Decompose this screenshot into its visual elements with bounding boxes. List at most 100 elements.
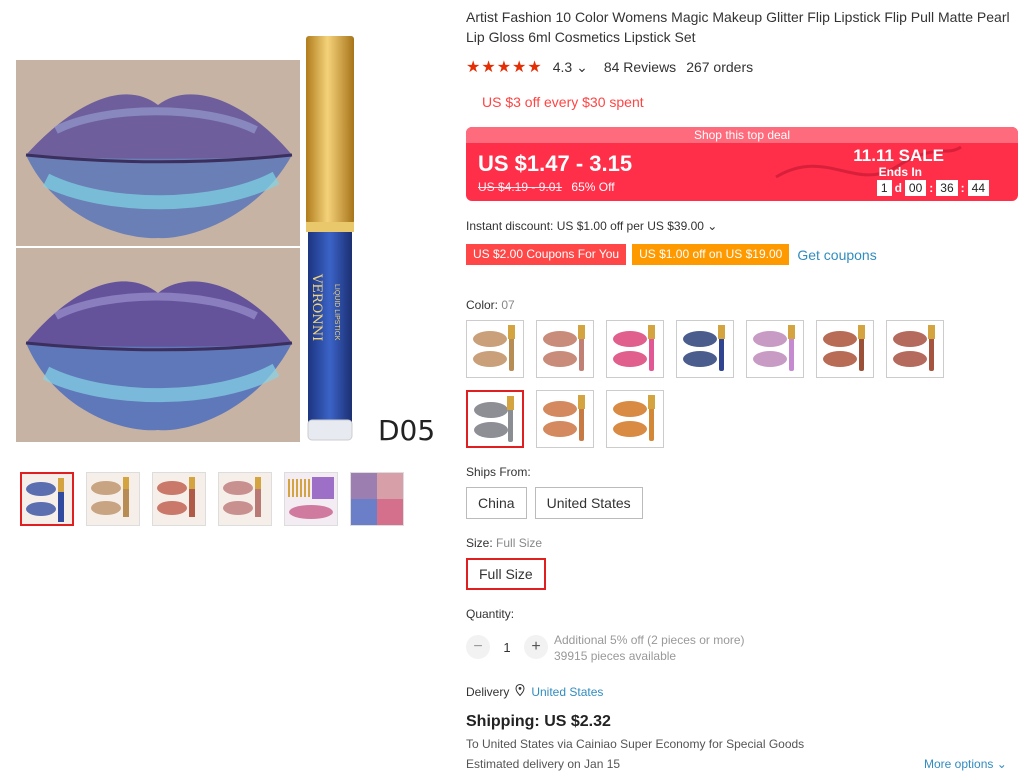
quantity-input[interactable]: 1 [490,640,524,655]
instant-discount[interactable]: Instant discount: US $1.00 off per US $3… [466,219,717,233]
color-swatch-1[interactable] [466,320,524,378]
swatch-lip-bottom [543,421,577,437]
get-coupons-link[interactable]: Get coupons [797,247,876,263]
swatch-lip-top [473,331,507,347]
location-pin-icon [515,683,525,699]
store-promo: US $3 off every $30 spent [482,94,644,110]
color-swatches [466,320,956,448]
swatch-lip-top [543,401,577,417]
swatch-cap [508,325,515,339]
color-swatch-4[interactable] [676,320,734,378]
color-swatch-6[interactable] [816,320,874,378]
swatch-cap [788,325,795,339]
swatch-lip-top [893,331,927,347]
swatch-lip-top [543,331,577,347]
deal-old-price: US $4.19 - 9.01 65% Off [478,180,615,194]
swatch-lip-top [683,331,717,347]
ships-from-options: China United States [466,487,643,519]
swatch-lip-bottom [823,351,857,367]
rating-score[interactable]: 4.3 ⌄ [553,59,588,76]
color-swatch-7[interactable] [886,320,944,378]
quantity-minus-button[interactable]: − [466,635,490,659]
lipstick-tube-image: VERONNI LIQUID LIPSTICK [302,34,358,444]
color-swatch-8[interactable] [466,390,524,448]
delivery-row: Delivery United States [466,683,603,699]
tube-brand-text: VERONNI [309,274,324,342]
shade-label: D05 [378,414,436,447]
delivery-location-link[interactable]: United States [531,685,603,699]
timer-days: 1 [876,180,892,196]
swatch-cap [718,325,725,339]
swatch-lip-bottom [893,351,927,367]
deal-banner[interactable]: Shop this top deal US $1.47 - 3.15 US $4… [466,127,1018,201]
countdown-timer: 1 d 00: 36: 44 [874,180,992,196]
orders-count: 267 orders [686,59,754,75]
shipping-cost: Shipping: US $2.32 [466,713,611,730]
swatch-lip-top [613,401,647,417]
swatch-cap [578,395,585,409]
color-swatch-2[interactable] [536,320,594,378]
estimated-delivery: Estimated delivery on Jan 15 [466,757,621,771]
bulk-discount-text: Additional 5% off (2 pieces or more) [554,633,745,647]
size-value: Full Size [496,536,543,550]
size-full[interactable]: Full Size [466,558,546,590]
swatch-lip-top [753,331,787,347]
quantity-plus-button[interactable]: + [524,635,548,659]
chevron-down-icon: ⌄ [996,757,1007,771]
color-swatch-10[interactable] [606,390,664,448]
color-value: 07 [501,298,515,312]
swatch-lip-top [823,331,857,347]
ships-from-label: Ships From: [466,465,531,479]
quantity-label: Quantity: [466,607,515,621]
timer-days-label: d [894,181,902,195]
size-options: Full Size [466,558,546,590]
swatch-lip-bottom [473,351,507,367]
swatch-cap [858,325,865,339]
coupon-1-dollar[interactable]: US $1.00 off on US $19.00 [632,244,790,265]
timer-minutes: 36 [936,180,958,196]
swatch-lip-bottom [683,351,717,367]
rating-row: ★★★★★ 4.3 ⌄ 84 Reviews 267 orders [466,57,753,77]
thumbnail-6[interactable] [350,472,404,526]
thumbnail-4[interactable] [218,472,272,526]
discount-percent: 65% Off [571,180,615,194]
lips-photo-bottom [16,248,300,442]
thumbnail-3[interactable] [152,472,206,526]
more-shipping-options[interactable]: More options ⌄ [924,757,1007,771]
swatch-lip-bottom [474,422,508,438]
swatch-cap [648,395,655,409]
size-label: Size: Full Size [466,536,543,550]
timer-hours: 00 [904,180,927,196]
swatch-lip-bottom [613,351,647,367]
product-main-image[interactable]: VERONNI LIQUID LIPSTICK D05 [16,34,436,450]
shipping-method: To United States via Cainiao Super Econo… [466,737,805,751]
swatch-cap [507,396,514,410]
ships-from-china[interactable]: China [466,487,527,519]
deal-price: US $1.47 - 3.15 [478,151,633,176]
color-swatch-3[interactable] [606,320,664,378]
rating-stars-icon: ★★★★★ [466,59,543,76]
thumbnail-1[interactable] [20,472,74,526]
swatch-lip-top [474,402,508,418]
quantity-info: Additional 5% off (2 pieces or more) 399… [554,632,745,664]
coupon-row: US $2.00 Coupons For You US $1.00 off on… [466,244,877,265]
swatch-lip-bottom [543,351,577,367]
tube-sub-text: LIQUID LIPSTICK [333,284,340,341]
stock-available: 39915 pieces available [554,649,677,663]
color-label: Color: 07 [466,298,515,312]
lips-photo-top [16,60,300,246]
swatch-lip-bottom [753,351,787,367]
ships-from-united-states[interactable]: United States [534,487,643,519]
thumbnail-5[interactable] [284,472,338,526]
quantity-stepper: − 1 + [466,635,548,659]
swatch-cap [928,325,935,339]
color-swatch-5[interactable] [746,320,804,378]
color-swatch-9[interactable] [536,390,594,448]
swatch-lip-top [613,331,647,347]
thumbnail-2[interactable] [86,472,140,526]
swatch-cap [648,325,655,339]
original-price: US $4.19 - 9.01 [478,180,563,194]
swatch-lip-bottom [613,421,647,437]
reviews-link[interactable]: 84 Reviews [604,59,676,75]
coupon-2-dollars[interactable]: US $2.00 Coupons For You [466,244,627,265]
